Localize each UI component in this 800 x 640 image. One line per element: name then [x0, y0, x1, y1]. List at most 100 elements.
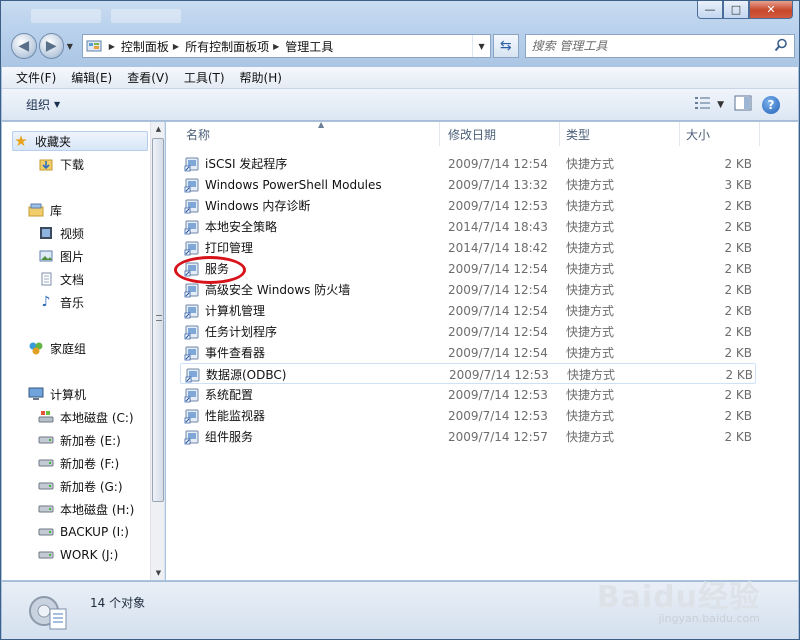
file-name-cell[interactable]: 服务	[184, 258, 229, 279]
file-row[interactable]: 系统配置 2009/7/14 12:53 快捷方式 2 KB	[180, 384, 756, 405]
maximize-button[interactable]: □	[723, 1, 749, 19]
file-name: 计算机管理	[205, 304, 266, 318]
file-name-cell[interactable]: 计算机管理	[184, 300, 265, 321]
nav-documents[interactable]: 文档	[38, 269, 84, 289]
file-size: 2 KB	[724, 198, 752, 213]
file-name: 系统配置	[205, 388, 254, 402]
file-name-cell[interactable]: 本地安全策略	[184, 216, 277, 237]
file-size: 2 KB	[724, 429, 752, 444]
file-name-cell[interactable]: Windows 内存诊断	[184, 195, 310, 216]
back-button[interactable]: ◀	[11, 33, 37, 59]
file-row[interactable]: 本地安全策略 2014/7/14 18:43 快捷方式 2 KB	[180, 216, 756, 237]
crumb-all-items[interactable]: 所有控制面板项	[185, 38, 269, 55]
file-name-cell[interactable]: 组件服务	[184, 426, 253, 447]
shortcut-icon	[184, 156, 200, 172]
column-size[interactable]: 大小	[680, 122, 760, 146]
file-row[interactable]: 事件查看器 2009/7/14 12:54 快捷方式 2 KB	[180, 342, 756, 363]
change-view-button[interactable]: ▼	[695, 96, 724, 113]
nav-drive-f[interactable]: 新加卷 (F:)	[38, 453, 119, 473]
scroll-thumb[interactable]	[152, 138, 164, 502]
menu-file[interactable]: 文件(F)	[16, 69, 56, 86]
file-name-cell[interactable]: 打印管理	[184, 237, 253, 258]
file-list: ▲ 名称 修改日期 类型 大小 iSCSI 发起程序 2009/7/14 12:5…	[166, 120, 798, 580]
file-name-cell[interactable]: 数据源(ODBC)	[185, 364, 286, 385]
search-box[interactable]	[524, 34, 796, 58]
nav-drive-e-label: 新加卷 (E:)	[60, 433, 121, 448]
menu-view[interactable]: 查看(V)	[127, 69, 169, 86]
crumb-admin-tools[interactable]: 管理工具	[285, 38, 333, 55]
menu-tools[interactable]: 工具(T)	[184, 69, 225, 86]
nav-drive-e[interactable]: 新加卷 (E:)	[38, 430, 121, 450]
address-dropdown[interactable]: ▼	[472, 35, 490, 57]
nav-drive-h[interactable]: 本地磁盘 (H:)	[38, 499, 134, 519]
file-row[interactable]: 性能监视器 2009/7/14 12:53 快捷方式 2 KB	[180, 405, 756, 426]
nav-homegroup[interactable]: 家庭组	[28, 338, 86, 358]
shortcut-icon	[184, 261, 200, 277]
file-row[interactable]: 计算机管理 2009/7/14 12:54 快捷方式 2 KB	[180, 300, 756, 321]
scroll-down-button[interactable]: ▼	[151, 566, 164, 580]
organize-button[interactable]: 组织 ▼	[26, 96, 60, 113]
nav-drive-j[interactable]: WORK (J:)	[38, 545, 118, 565]
file-name-cell[interactable]: 事件查看器	[184, 342, 265, 363]
file-row[interactable]: Windows PowerShell Modules 2009/7/14 13:3…	[180, 174, 756, 195]
nav-favorites[interactable]: ★ 收藏夹	[12, 131, 148, 151]
file-row[interactable]: 任务计划程序 2009/7/14 12:54 快捷方式 2 KB	[180, 321, 756, 342]
nav-downloads[interactable]: 下载	[38, 154, 84, 174]
refresh-button[interactable]: ⇆	[493, 34, 519, 58]
nav-pictures[interactable]: 图片	[38, 246, 84, 266]
preview-pane-button[interactable]	[734, 95, 752, 114]
nav-drive-i[interactable]: BACKUP (I:)	[38, 522, 129, 542]
column-type[interactable]: 类型	[560, 122, 680, 146]
file-name-cell[interactable]: iSCSI 发起程序	[184, 153, 287, 174]
view-dropdown-icon[interactable]: ▼	[717, 100, 724, 110]
search-icon[interactable]	[774, 38, 788, 55]
file-row[interactable]: iSCSI 发起程序 2009/7/14 12:54 快捷方式 2 KB	[180, 153, 756, 174]
file-row[interactable]: 高级安全 Windows 防火墙 2009/7/14 12:54 快捷方式 2 KB	[180, 279, 756, 300]
recent-pages-dropdown[interactable]: ▼	[64, 33, 76, 59]
file-type: 快捷方式	[566, 220, 615, 234]
file-name-cell[interactable]: 系统配置	[184, 384, 253, 405]
file-type: 快捷方式	[566, 241, 615, 255]
file-row[interactable]: 打印管理 2014/7/14 18:42 快捷方式 2 KB	[180, 237, 756, 258]
column-type-label: 类型	[566, 127, 591, 142]
item-count: 14 个对象	[90, 596, 146, 610]
file-row[interactable]: 服务 2009/7/14 12:54 快捷方式 2 KB	[180, 258, 756, 279]
file-name-cell[interactable]: 性能监视器	[184, 405, 265, 426]
crumb-separator-icon[interactable]: ▶	[173, 42, 179, 51]
close-button[interactable]: ✕	[749, 1, 793, 19]
menu-help[interactable]: 帮助(H)	[240, 69, 282, 86]
file-name-cell[interactable]: 高级安全 Windows 防火墙	[184, 279, 350, 300]
file-name-cell[interactable]: Windows PowerShell Modules	[184, 174, 382, 195]
help-icon[interactable]: ?	[762, 95, 780, 114]
crumb-separator-icon: ▶	[108, 41, 115, 51]
crumb-separator-icon[interactable]: ▶	[273, 42, 279, 51]
nav-videos[interactable]: 视频	[38, 223, 84, 243]
file-type: 快捷方式	[566, 304, 615, 318]
video-icon	[38, 225, 54, 241]
nav-music[interactable]: ♪ 音乐	[38, 292, 84, 312]
nav-scrollbar[interactable]: ▲ ▼	[150, 122, 164, 580]
file-name: 服务	[205, 262, 230, 276]
file-row[interactable]: Windows 内存诊断 2009/7/14 12:53 快捷方式 2 KB	[180, 195, 756, 216]
command-bar: 组织 ▼ ▼ ?	[2, 89, 798, 121]
scroll-up-button[interactable]: ▲	[151, 122, 164, 136]
nav-drive-c[interactable]: 本地磁盘 (C:)	[38, 407, 134, 427]
nav-drive-g[interactable]: 新加卷 (G:)	[38, 476, 123, 496]
file-name-cell[interactable]: 任务计划程序	[184, 321, 277, 342]
column-date[interactable]: 修改日期	[440, 122, 560, 146]
organize-label: 组织	[26, 98, 51, 112]
drive-icon	[38, 501, 54, 517]
menu-edit[interactable]: 编辑(E)	[71, 69, 112, 86]
status-bar: 14 个对象 Baidu经验 jingyan.baidu.com	[2, 580, 798, 639]
crumb-control-panel[interactable]: 控制面板	[121, 38, 169, 55]
column-name[interactable]: ▲ 名称	[180, 120, 440, 146]
forward-button[interactable]: ▶	[38, 33, 64, 59]
address-bar[interactable]: ▶ 控制面板 ▶ 所有控制面板项 ▶ 管理工具 ▼	[81, 34, 492, 58]
nav-libraries[interactable]: 库	[28, 200, 62, 220]
file-row[interactable]: 数据源(ODBC) 2009/7/14 12:53 快捷方式 2 KB	[180, 363, 756, 384]
minimize-button[interactable]: —	[697, 1, 723, 19]
file-name: 事件查看器	[205, 346, 266, 360]
file-row[interactable]: 组件服务 2009/7/14 12:57 快捷方式 2 KB	[180, 426, 756, 447]
nav-computer[interactable]: 计算机	[28, 384, 86, 404]
search-input[interactable]	[531, 39, 752, 53]
